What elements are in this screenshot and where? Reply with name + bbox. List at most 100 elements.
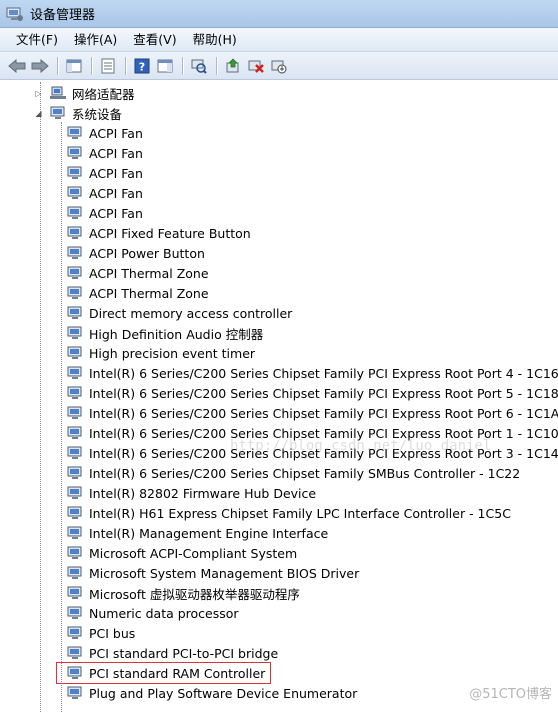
device-item[interactable]: PCI bus <box>66 623 135 643</box>
tree-node-system-devices[interactable]: ◢ 系统设备 <box>34 103 122 123</box>
update-driver-button[interactable] <box>222 55 244 77</box>
device-label: Microsoft System Management BIOS Driver <box>89 565 360 581</box>
toolbar: ? <box>0 52 558 80</box>
back-button[interactable] <box>6 55 28 77</box>
toolbar-separator <box>125 56 126 75</box>
menu-file[interactable]: 文件(F) <box>8 28 66 52</box>
device-item[interactable]: Intel(R) 82802 Firmware Hub Device <box>66 483 316 503</box>
device-item[interactable]: Intel(R) 6 Series/C200 Series Chipset Fa… <box>66 383 558 403</box>
device-label: PCI standard PCI-to-PCI bridge <box>89 645 279 661</box>
device-label: ACPI Thermal Zone <box>89 265 209 281</box>
device-item[interactable]: ACPI Fan <box>66 163 143 183</box>
device-label: ACPI Fan <box>89 185 143 201</box>
toolbar-separator <box>182 56 183 75</box>
system-device-icon <box>66 405 84 421</box>
show-hide-console-tree-button[interactable] <box>63 55 85 77</box>
system-device-icon <box>66 365 84 381</box>
device-item[interactable]: ACPI Fan <box>66 143 143 163</box>
expand-arrow-icon[interactable]: ▷ <box>34 89 43 98</box>
properties-button[interactable] <box>97 55 119 77</box>
action-pane-button[interactable] <box>154 55 176 77</box>
device-item[interactable]: High precision event timer <box>66 343 255 363</box>
device-item[interactable]: Plug and Play Software Device Enumerator <box>66 683 357 703</box>
device-label: High precision event timer <box>89 345 256 361</box>
tree-connector <box>40 82 41 712</box>
device-label: Intel(R) 6 Series/C200 Series Chipset Fa… <box>89 385 558 401</box>
device-item[interactable]: Intel(R) 6 Series/C200 Series Chipset Fa… <box>66 363 558 383</box>
device-item[interactable]: ACPI Fan <box>66 183 143 203</box>
collapse-arrow-icon[interactable]: ◢ <box>34 109 43 118</box>
device-item[interactable]: ACPI Thermal Zone <box>66 263 209 283</box>
system-device-icon <box>66 525 84 541</box>
category-label: 网络适配器 <box>72 86 135 102</box>
toolbar-separator <box>91 56 92 75</box>
system-device-icon <box>66 345 84 361</box>
system-device-icon <box>66 425 84 441</box>
device-item[interactable]: Microsoft 虚拟驱动器枚举器驱动程序 <box>66 583 300 603</box>
menu-view[interactable]: 查看(V) <box>125 28 184 52</box>
system-device-icon <box>66 265 84 281</box>
device-label: Intel(R) 6 Series/C200 Series Chipset Fa… <box>89 465 521 481</box>
disable-device-button[interactable] <box>268 55 290 77</box>
device-label: Plug and Play Software Device Enumerator <box>89 685 358 701</box>
device-item[interactable]: Intel(R) Management Engine Interface <box>66 523 328 543</box>
device-manager-icon <box>6 6 24 22</box>
system-device-icon <box>66 145 84 161</box>
system-device-icon <box>66 645 84 661</box>
system-device-icon <box>66 285 84 301</box>
device-label: Microsoft 虚拟驱动器枚举器驱动程序 <box>89 586 300 602</box>
device-label: PCI bus <box>89 625 136 641</box>
device-item[interactable]: ACPI Fan <box>66 123 143 143</box>
system-device-icon <box>66 605 84 621</box>
device-label: Intel(R) H61 Express Chipset Family LPC … <box>89 505 511 521</box>
system-device-icon <box>66 305 84 321</box>
device-item[interactable]: High Definition Audio 控制器 <box>66 323 263 343</box>
device-item[interactable]: ACPI Thermal Zone <box>66 283 209 303</box>
device-item[interactable]: Direct memory access controller <box>66 303 292 323</box>
menu-help[interactable]: 帮助(H) <box>185 28 245 52</box>
system-device-icon <box>66 465 84 481</box>
system-device-icon <box>66 565 84 581</box>
device-label: Microsoft ACPI-Compliant System <box>89 545 298 561</box>
system-device-icon <box>66 385 84 401</box>
device-item[interactable]: ACPI Fan <box>66 203 143 223</box>
device-item[interactable]: Intel(R) 6 Series/C200 Series Chipset Fa… <box>66 463 520 483</box>
device-item[interactable]: PCI standard PCI-to-PCI bridge <box>66 643 278 663</box>
device-label: Numeric data processor <box>89 605 239 621</box>
scan-hardware-icon <box>191 59 207 74</box>
device-item[interactable]: Intel(R) H61 Express Chipset Family LPC … <box>66 503 511 523</box>
help-icon: ? <box>134 58 150 73</box>
scan-hardware-button[interactable] <box>188 55 210 77</box>
system-device-icon <box>66 185 84 201</box>
update-driver-icon <box>226 58 239 72</box>
network-adapter-icon <box>49 85 67 101</box>
system-device-icon <box>66 225 84 241</box>
device-label: ACPI Power Button <box>89 245 205 261</box>
uninstall-icon <box>248 60 264 73</box>
uninstall-button[interactable] <box>245 55 267 77</box>
system-device-icon <box>66 505 84 521</box>
tree-node-network-adapters[interactable]: ▷ 网络适配器 <box>34 83 135 103</box>
device-item[interactable]: Microsoft ACPI-Compliant System <box>66 543 297 563</box>
selection-highlight <box>56 662 271 684</box>
window-title: 设备管理器 <box>30 8 96 23</box>
device-item[interactable]: Numeric data processor <box>66 603 239 623</box>
system-device-icon <box>66 165 84 181</box>
svg-text:?: ? <box>139 60 145 73</box>
menu-action[interactable]: 操作(A) <box>66 28 125 52</box>
system-device-icon <box>66 625 84 641</box>
device-item[interactable]: Intel(R) 6 Series/C200 Series Chipset Fa… <box>66 403 558 423</box>
forward-button[interactable] <box>29 55 51 77</box>
system-device-icon <box>66 325 84 341</box>
action-pane-icon <box>157 59 173 72</box>
device-label: Intel(R) Management Engine Interface <box>89 525 329 541</box>
forward-arrow-icon <box>31 58 49 73</box>
device-item[interactable]: ACPI Fixed Feature Button <box>66 223 251 243</box>
device-label: Intel(R) 6 Series/C200 Series Chipset Fa… <box>89 365 558 381</box>
help-button[interactable]: ? <box>131 55 153 77</box>
device-label: ACPI Fan <box>89 125 143 141</box>
system-device-icon <box>66 125 84 141</box>
device-item[interactable]: Microsoft System Management BIOS Driver <box>66 563 359 583</box>
disable-device-icon <box>271 60 287 73</box>
device-item[interactable]: ACPI Power Button <box>66 243 205 263</box>
